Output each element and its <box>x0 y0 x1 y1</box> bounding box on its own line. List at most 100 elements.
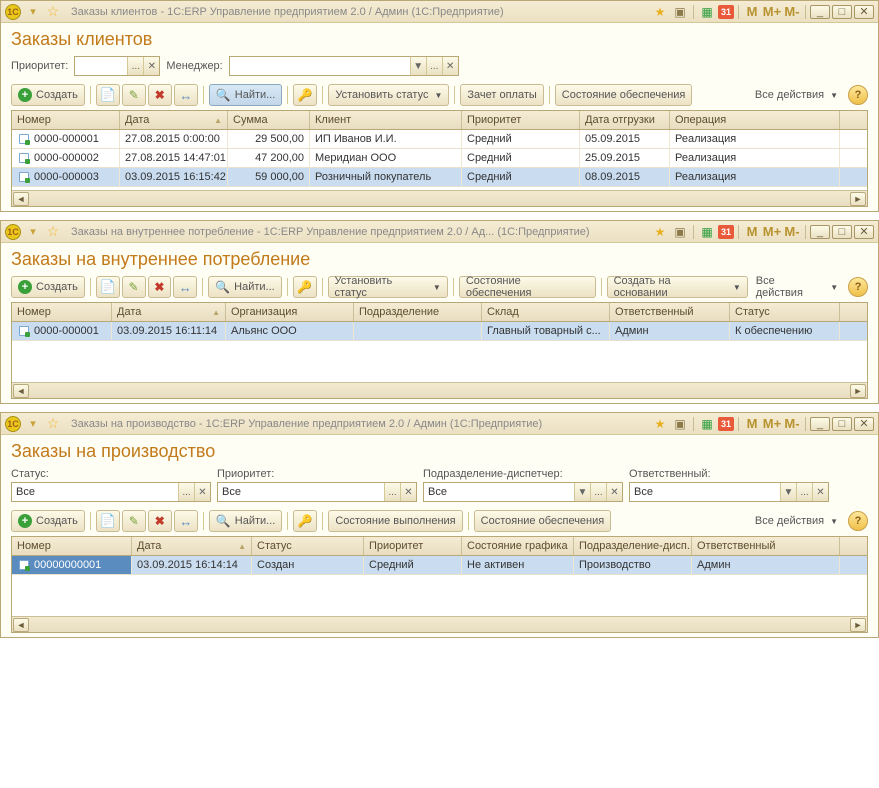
column-header[interactable]: Ответственный <box>692 537 840 555</box>
favorite-star-icon[interactable]: ☆ <box>45 4 61 20</box>
maximize-button[interactable]: □ <box>832 5 852 19</box>
m-minus-button[interactable]: M- <box>783 224 801 240</box>
ellipsis-button[interactable]: ... <box>796 483 812 501</box>
filter-input[interactable]: ▼...✕ <box>229 56 459 76</box>
column-header[interactable]: Приоритет <box>364 537 462 555</box>
favorite-star-icon[interactable]: ☆ <box>45 416 61 432</box>
horizontal-scrollbar[interactable]: ◄ ► <box>12 382 867 398</box>
m-minus-button[interactable]: M- <box>783 4 801 20</box>
clear-icon[interactable]: ✕ <box>143 57 159 75</box>
supply-state-button[interactable]: Состояние обеспечения <box>555 84 693 106</box>
calendar-icon[interactable]: 31 <box>718 225 734 239</box>
dropdown-icon[interactable]: ▾ <box>25 224 41 240</box>
all-actions-button[interactable]: Все действия▼ <box>749 510 844 532</box>
help-button[interactable]: ? <box>848 85 868 105</box>
scroll-right-button[interactable]: ► <box>850 192 866 206</box>
column-header[interactable]: Номер <box>12 537 132 555</box>
ellipsis-button[interactable]: ... <box>426 57 442 75</box>
widgets-icon[interactable]: ▣ <box>671 416 689 432</box>
table-row[interactable]: 0000-00000127.08.2015 0:00:0029 500,00ИП… <box>12 130 867 149</box>
close-button[interactable]: ✕ <box>854 417 874 431</box>
favorite-star-icon[interactable]: ☆ <box>45 224 61 240</box>
horizontal-scrollbar[interactable]: ◄ ► <box>12 190 867 206</box>
edit-button[interactable]: ✎ <box>122 84 146 106</box>
key-button[interactable]: 🔑 <box>293 276 317 298</box>
calc-icon[interactable]: ▦ <box>698 416 716 432</box>
calc-icon[interactable]: ▦ <box>698 224 716 240</box>
find-button[interactable]: 🔍Найти... <box>209 84 283 106</box>
supply-state-button[interactable]: Состояние обеспечения <box>474 510 612 532</box>
column-header[interactable]: Приоритет <box>462 111 580 129</box>
column-header[interactable]: Подразделение-дисп... <box>574 537 692 555</box>
filter-input[interactable]: Все...✕ <box>11 482 211 502</box>
ellipsis-button[interactable]: ... <box>590 483 606 501</box>
m-button[interactable]: M <box>743 224 761 240</box>
table-row[interactable]: 0000-00000103.09.2015 16:11:14Альянс ООО… <box>12 322 867 341</box>
table-row[interactable]: 0000-00000303.09.2015 16:15:4259 000,00Р… <box>12 168 867 187</box>
set-status-button[interactable]: Установить статус▼ <box>328 84 449 106</box>
table-row[interactable]: 0000000000103.09.2015 16:14:14СозданСред… <box>12 556 867 575</box>
create-button[interactable]: +Создать <box>11 84 85 106</box>
clear-icon[interactable]: ✕ <box>442 57 458 75</box>
copy-button[interactable]: 📄 <box>96 84 120 106</box>
m-plus-button[interactable]: M+ <box>763 416 781 432</box>
m-button[interactable]: M <box>743 4 761 20</box>
m-minus-button[interactable]: M- <box>783 416 801 432</box>
minimize-button[interactable]: _ <box>810 225 830 239</box>
maximize-button[interactable]: □ <box>832 417 852 431</box>
close-button[interactable]: ✕ <box>854 225 874 239</box>
column-header[interactable]: Подразделение <box>354 303 482 321</box>
dropdown-icon[interactable]: ▾ <box>25 4 41 20</box>
create-button[interactable]: +Создать <box>11 276 85 298</box>
horizontal-scrollbar[interactable]: ◄ ► <box>12 616 867 632</box>
clear-icon[interactable]: ✕ <box>606 483 622 501</box>
column-header[interactable]: Склад <box>482 303 610 321</box>
column-header[interactable]: Клиент <box>310 111 462 129</box>
ellipsis-button[interactable]: ... <box>127 57 143 75</box>
column-header[interactable]: Операция <box>670 111 840 129</box>
column-header[interactable]: Сумма <box>228 111 310 129</box>
minimize-button[interactable]: _ <box>810 417 830 431</box>
column-header[interactable]: Номер <box>12 303 112 321</box>
key-button[interactable]: 🔑 <box>293 510 317 532</box>
refresh-button[interactable]: ↔ <box>174 84 198 106</box>
calc-icon[interactable]: ▦ <box>698 4 716 20</box>
column-header[interactable]: Дата отгрузки <box>580 111 670 129</box>
column-header[interactable]: Состояние графика <box>462 537 574 555</box>
ellipsis-button[interactable]: ... <box>178 483 194 501</box>
ellipsis-button[interactable]: ... <box>384 483 400 501</box>
m-button[interactable]: M <box>743 416 761 432</box>
table-row[interactable]: 0000-00000227.08.2015 14:47:0147 200,00М… <box>12 149 867 168</box>
calendar-icon[interactable]: 31 <box>718 5 734 19</box>
column-header[interactable]: Статус <box>252 537 364 555</box>
scroll-left-button[interactable]: ◄ <box>13 618 29 632</box>
dropdown-icon[interactable]: ▼ <box>574 483 590 501</box>
column-header[interactable]: Организация <box>226 303 354 321</box>
create-button[interactable]: +Создать <box>11 510 85 532</box>
set-status-button[interactable]: Установить статус▼ <box>328 276 448 298</box>
all-actions-button[interactable]: Все действия▼ <box>749 84 844 106</box>
filter-input[interactable]: Все...✕ <box>217 482 417 502</box>
scroll-left-button[interactable]: ◄ <box>13 192 29 206</box>
delete-button[interactable]: ✖ <box>148 276 172 298</box>
column-header[interactable]: Номер <box>12 111 120 129</box>
copy-button[interactable]: 📄 <box>96 510 120 532</box>
column-header[interactable]: Дата▲ <box>112 303 226 321</box>
widgets-icon[interactable]: ▣ <box>671 4 689 20</box>
delete-button[interactable]: ✖ <box>148 510 172 532</box>
find-button[interactable]: 🔍Найти... <box>208 276 282 298</box>
widgets-icon[interactable]: ▣ <box>671 224 689 240</box>
filter-input[interactable]: Все▼...✕ <box>423 482 623 502</box>
create-based-button[interactable]: Создать на основании▼ <box>607 276 748 298</box>
help-button[interactable]: ? <box>848 277 868 297</box>
close-button[interactable]: ✕ <box>854 5 874 19</box>
key-button[interactable]: 🔑 <box>293 84 317 106</box>
star-icon[interactable]: ★ <box>651 224 669 240</box>
calendar-icon[interactable]: 31 <box>718 417 734 431</box>
column-header[interactable]: Дата▲ <box>132 537 252 555</box>
edit-button[interactable]: ✎ <box>122 276 146 298</box>
m-plus-button[interactable]: M+ <box>763 224 781 240</box>
minimize-button[interactable]: _ <box>810 5 830 19</box>
clear-icon[interactable]: ✕ <box>812 483 828 501</box>
dropdown-icon[interactable]: ▼ <box>410 57 426 75</box>
